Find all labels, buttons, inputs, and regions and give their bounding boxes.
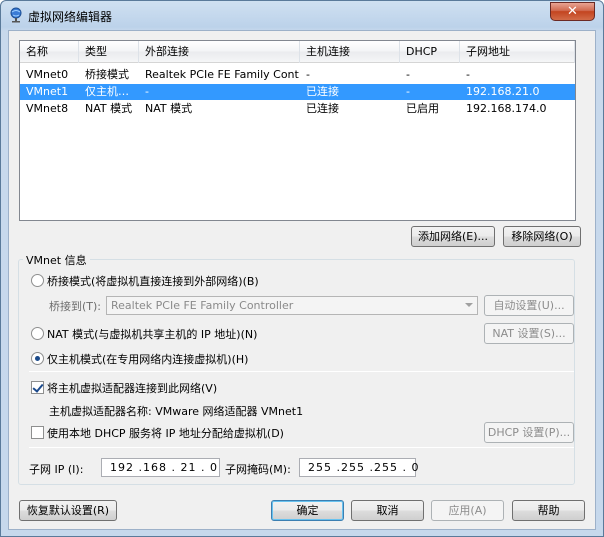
vmnet-info-group: [18, 259, 575, 485]
chevron-down-icon: [465, 303, 473, 307]
subnet-mask-label: 子网掩码(M):: [225, 463, 291, 476]
bridged-to-value: Realtek PCIe FE Family Controller: [111, 299, 294, 312]
connect-adapter-checkbox[interactable]: [31, 381, 44, 394]
cell-dhcp: -: [406, 68, 410, 81]
connect-adapter-label[interactable]: 将主机虚拟适配器连接到此网络(V): [47, 380, 217, 396]
vmnet-info-title: VMnet 信息: [23, 252, 90, 268]
bridged-mode-label[interactable]: 桥接模式(将虚拟机直接连接到外部网络)(B): [47, 273, 259, 289]
remove-network-button[interactable]: 移除网络(O): [503, 226, 581, 247]
close-icon: ✕: [567, 4, 578, 19]
subnet-mask-input[interactable]: 255 .255 .255 . 0: [299, 458, 418, 477]
cell-type: 仅主机…: [85, 85, 129, 98]
cell-host: 已连接: [306, 102, 339, 115]
cell-host: -: [306, 68, 310, 81]
cell-name: VMnet1: [26, 85, 69, 98]
auto-settings-button[interactable]: 自动设置(U)...: [484, 295, 574, 316]
bridged-to-label: 桥接到(T):: [49, 300, 102, 313]
network-list-header: 名称 类型 外部连接 主机连接 DHCP 子网地址: [20, 41, 575, 63]
cell-name: VMnet8: [26, 102, 69, 115]
cell-subnet: 192.168.174.0: [466, 102, 547, 115]
column-header-subnet[interactable]: 子网地址: [460, 41, 575, 63]
host-only-mode-label[interactable]: 仅主机模式(在专用网络内连接虚拟机)(H): [47, 351, 248, 367]
dialog-client-area: 名称 类型 外部连接 主机连接 DHCP 子网地址 VMnet0 桥接模式 Re…: [8, 30, 596, 530]
table-row[interactable]: VMnet8 NAT 模式 NAT 模式 已连接 已启用 192.168.174…: [20, 101, 575, 117]
subnet-ip-label: 子网 IP (I):: [29, 463, 84, 476]
restore-defaults-button[interactable]: 恢复默认设置(R): [19, 500, 117, 521]
column-header-dhcp[interactable]: DHCP: [400, 41, 460, 63]
cancel-button[interactable]: 取消: [351, 500, 424, 521]
cell-name: VMnet0: [26, 68, 69, 81]
cell-type: 桥接模式: [85, 68, 129, 81]
nat-mode-radio[interactable]: [31, 327, 44, 340]
host-only-mode-radio[interactable]: [31, 352, 44, 365]
window-title: 虚拟网络编辑器: [28, 10, 113, 24]
close-button[interactable]: ✕: [550, 2, 595, 21]
cell-dhcp: -: [406, 85, 410, 98]
cell-external: Realtek PCIe FE Family Cont…: [145, 68, 300, 81]
nat-settings-button[interactable]: NAT 设置(S)...: [484, 323, 574, 344]
network-globe-icon: [10, 7, 22, 23]
column-header-host[interactable]: 主机连接: [300, 41, 400, 63]
cell-external: NAT 模式: [145, 102, 193, 115]
nat-mode-label[interactable]: NAT 模式(与虚拟机共享主机的 IP 地址)(N): [47, 326, 257, 342]
divider: [29, 447, 574, 448]
cell-external: -: [145, 85, 149, 98]
bridged-to-select[interactable]: Realtek PCIe FE Family Controller: [106, 296, 478, 315]
table-row[interactable]: VMnet1 仅主机… - 已连接 - 192.168.21.0: [20, 84, 575, 100]
network-list[interactable]: 名称 类型 外部连接 主机连接 DHCP 子网地址 VMnet0 桥接模式 Re…: [19, 40, 576, 221]
ok-button[interactable]: 确定: [271, 500, 344, 521]
column-header-type[interactable]: 类型: [79, 41, 139, 63]
subnet-ip-input[interactable]: 192 .168 . 21 . 0: [101, 458, 220, 477]
column-header-external[interactable]: 外部连接: [139, 41, 300, 63]
bridged-mode-radio[interactable]: [31, 274, 44, 287]
apply-button[interactable]: 应用(A): [431, 500, 504, 521]
cell-host: 已连接: [306, 85, 339, 98]
dhcp-settings-button[interactable]: DHCP 设置(P)...: [484, 422, 574, 443]
cell-dhcp: 已启用: [406, 102, 439, 115]
adapter-name-label: 主机虚拟适配器名称: VMware 网络适配器 VMnet1: [49, 405, 304, 418]
column-header-name[interactable]: 名称: [20, 41, 79, 63]
use-dhcp-checkbox[interactable]: [31, 426, 44, 439]
table-row[interactable]: VMnet0 桥接模式 Realtek PCIe FE Family Cont……: [20, 67, 575, 83]
virtual-network-editor-window: 虚拟网络编辑器 ✕ 名称 类型 外部连接 主机连接 DHCP 子网地址 VMne…: [0, 0, 604, 537]
cell-subnet: -: [466, 68, 470, 81]
use-dhcp-label[interactable]: 使用本地 DHCP 服务将 IP 地址分配给虚拟机(D): [47, 425, 284, 441]
cell-subnet: 192.168.21.0: [466, 85, 540, 98]
add-network-button[interactable]: 添加网络(E)...: [411, 226, 495, 247]
title-bar[interactable]: 虚拟网络编辑器 ✕: [1, 1, 603, 30]
help-button[interactable]: 帮助: [512, 500, 585, 521]
cell-type: NAT 模式: [85, 102, 133, 115]
divider: [29, 371, 574, 372]
